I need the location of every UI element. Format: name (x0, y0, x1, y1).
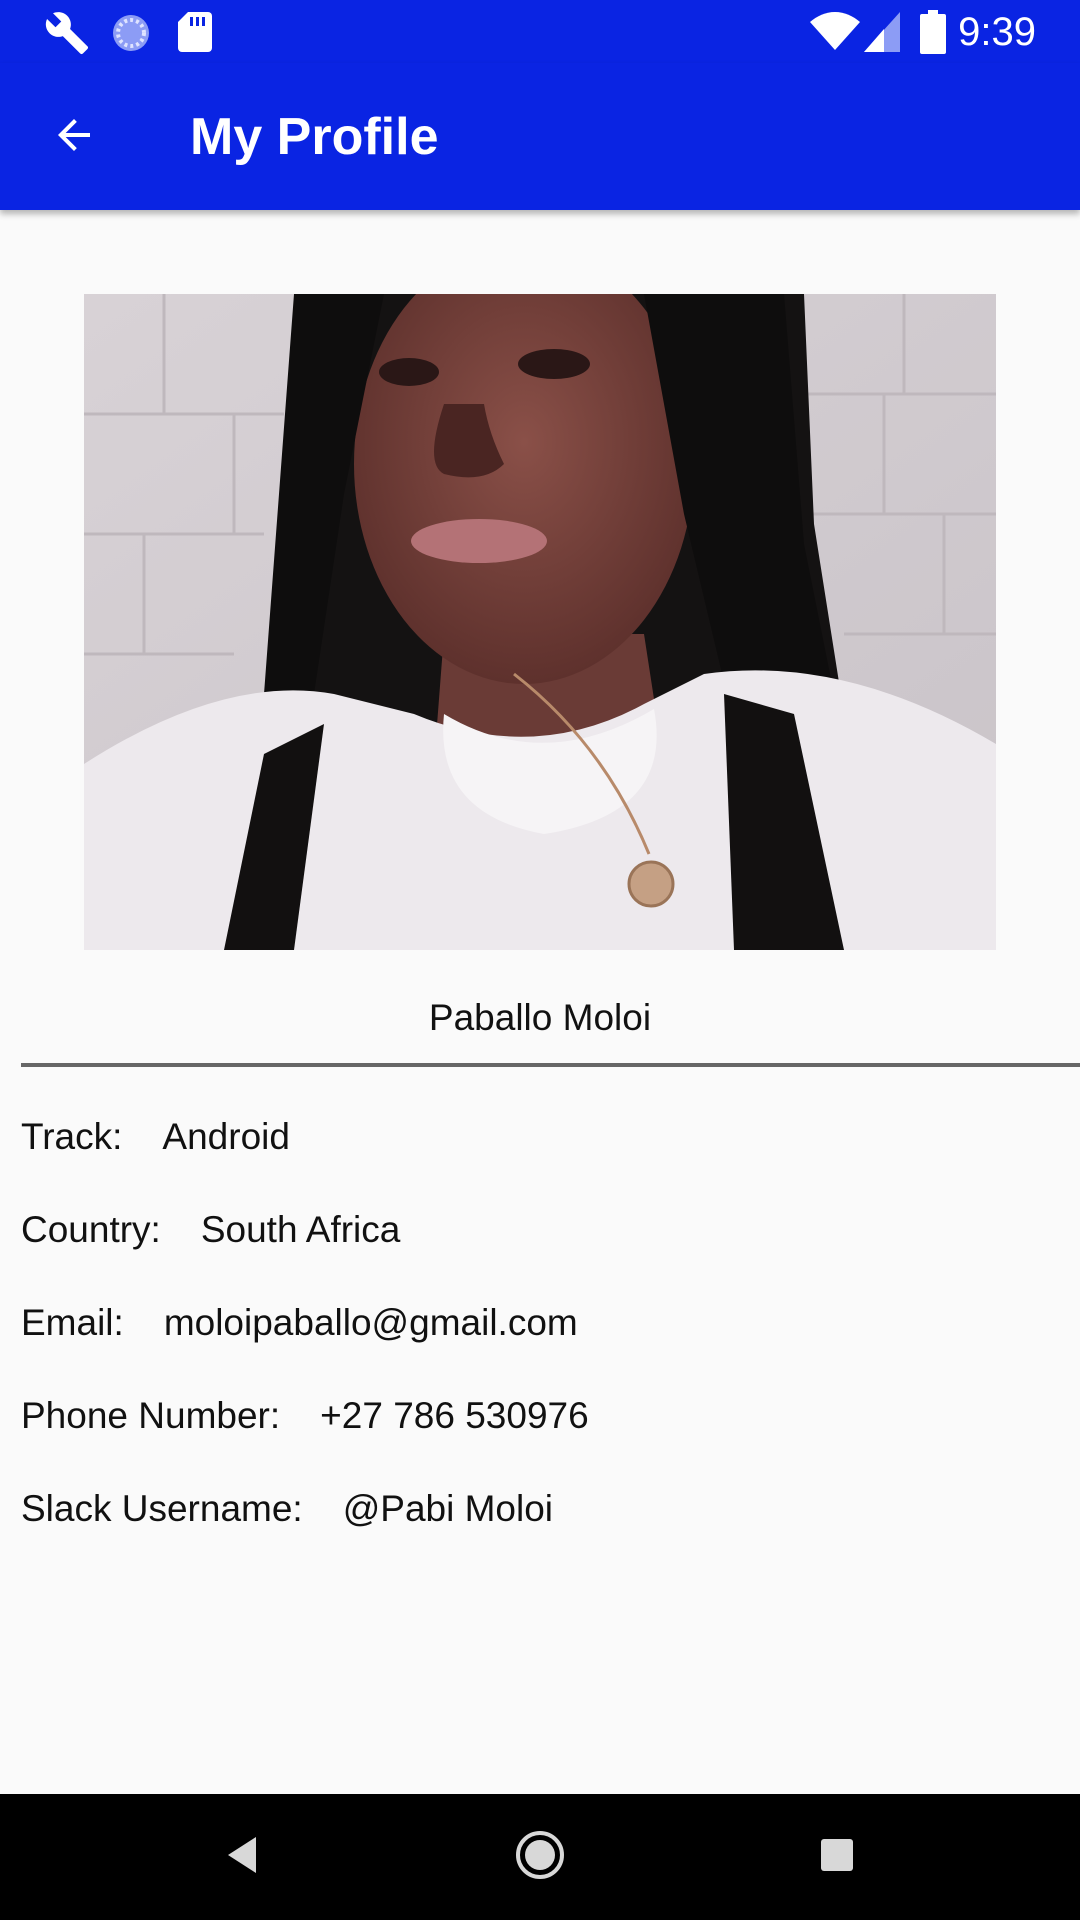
navigation-bar (0, 1794, 1080, 1920)
nav-recents-icon (819, 1837, 855, 1878)
status-bar: 9:39 (0, 0, 1080, 63)
wrench-icon (44, 10, 90, 61)
status-time: 9:39 (958, 10, 1036, 54)
phone-label: Phone Number: (21, 1395, 281, 1436)
profile-photo (84, 294, 996, 950)
sd-card-icon (178, 12, 212, 57)
track-value: Android (162, 1116, 290, 1157)
slack-label: Slack Username: (21, 1488, 303, 1529)
track-row: Track: Android (21, 1114, 290, 1160)
phone-row: Phone Number: +27 786 530976 (21, 1393, 589, 1439)
slack-row: Slack Username: @Pabi Moloi (21, 1486, 553, 1532)
profile-name: Paballo Moloi (428, 997, 652, 1038)
profile-content: Paballo Moloi Track: Android Country: Sout… (0, 210, 1080, 1794)
nav-back-button[interactable] (202, 1817, 282, 1897)
page-title: My Profile (190, 108, 439, 166)
email-row: Email: moloipaballo@gmail.com (21, 1300, 578, 1346)
cellular-signal-icon (864, 12, 900, 57)
sync-icon (110, 12, 152, 59)
slack-value: @Pabi Moloi (342, 1488, 554, 1529)
nav-home-button[interactable] (500, 1817, 580, 1897)
arrow-back-icon (50, 111, 98, 164)
country-value: South Africa (200, 1209, 401, 1250)
nav-back-icon (222, 1833, 262, 1882)
battery-icon (920, 10, 946, 59)
country-label: Country: (21, 1209, 161, 1250)
track-label: Track: (21, 1116, 123, 1157)
back-button[interactable] (30, 93, 118, 181)
nav-recents-button[interactable] (797, 1817, 877, 1897)
nav-home-icon (514, 1829, 566, 1886)
wifi-icon (810, 12, 860, 57)
divider (21, 1063, 1080, 1067)
email-value: moloipaballo@gmail.com (163, 1302, 578, 1343)
country-row: Country: South Africa (21, 1207, 400, 1253)
email-label: Email: (21, 1302, 124, 1343)
phone-value: +27 786 530976 (320, 1395, 589, 1436)
app-bar: My Profile (0, 63, 1080, 210)
